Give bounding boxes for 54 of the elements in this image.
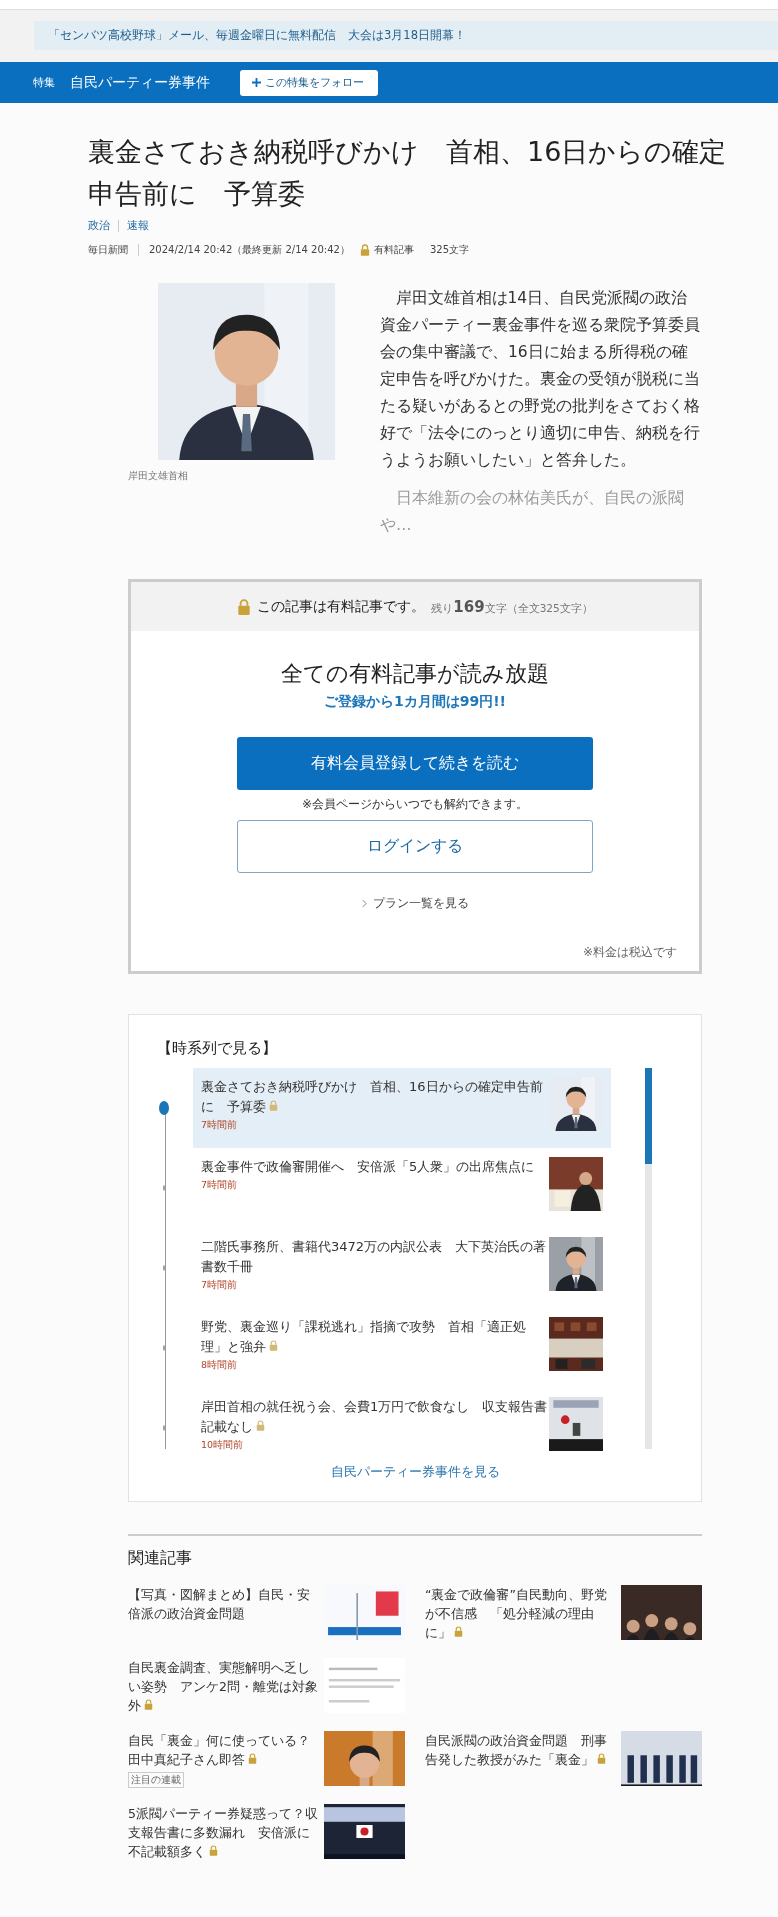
paid-label: 有料記事: [373, 243, 414, 257]
follow-button[interactable]: この特集をフォロー: [240, 69, 378, 96]
related-article[interactable]: 自民派閥の政治資金問題 刑事告発した教授がみた「裏金」: [425, 1731, 702, 1788]
character-count: 325文字: [429, 243, 469, 257]
related-article[interactable]: 5派閥パーティー券疑惑って？収支報告書に多数漏れ 安倍派に不記載額多く: [128, 1804, 405, 1861]
timeline-item[interactable]: 裏金さておき納税呼びかけ 首相、16日からの確定申告前に 予算委 7時間前: [193, 1068, 611, 1148]
timeline-item-time: 10時間前: [201, 1439, 245, 1452]
lock-icon: [237, 598, 252, 615]
timeline-item[interactable]: 野党、裏金巡り「課税逃れ」指摘で攻勢 首相「適正処理」と強弁 8時間前: [193, 1308, 611, 1388]
timeline-item-time: 7時間前: [201, 1119, 239, 1132]
category-link[interactable]: 政治: [88, 219, 110, 233]
timeline-item-title: 裏金事件で政倫審開催へ 安倍派「5人衆」の出席焦点に: [201, 1158, 536, 1176]
chevron-icon: [361, 899, 367, 908]
photo-caption: 岸田文雄首相: [128, 470, 189, 483]
paywall-notice: この記事は有料記事です。: [257, 597, 426, 616]
category-link[interactable]: 速報: [127, 219, 149, 233]
publish-date: 2024/2/14 20:42（最終更新 2/14 20:42）: [149, 243, 350, 257]
article-title: 裏金さておき納税呼びかけ 首相、16日からの確定申告前に 予算委: [88, 135, 728, 211]
related-article-title: 5派閥パーティー券疑惑って？収支報告書に多数漏れ 安倍派に不記載額多く: [128, 1805, 318, 1861]
timeline-item-title: 二階氏事務所、書籍代3472万の内訳公表 大下英治氏の著書数千冊: [201, 1238, 548, 1276]
offer-text: ご登録から1カ月間は99円!!: [324, 693, 506, 711]
plans-link[interactable]: プラン一覧を見る: [361, 895, 469, 912]
tax-note: ※料金は税込です: [582, 944, 677, 961]
timeline-item-time: 7時間前: [201, 1179, 239, 1192]
related-heading: 関連記事: [128, 1548, 193, 1569]
scrollbar[interactable]: [645, 1068, 652, 1449]
login-button[interactable]: ログインする: [237, 820, 593, 873]
timeline-item-time: 7時間前: [201, 1279, 239, 1292]
notice-banner[interactable]: 「センバツ高校野球」メール、毎週金曜日に無料配信 大会は3月18日開幕！: [34, 21, 778, 50]
feature-label: 特集: [33, 75, 55, 90]
related-article[interactable]: “裏金で政倫審”自民動向、野党が不信感 「処分軽減の理由に」: [425, 1585, 702, 1642]
timeline-item-time: 8時間前: [201, 1359, 239, 1372]
register-button[interactable]: 有料会員登録して続きを読む: [237, 737, 593, 790]
timeline-heading: 【時系列で見る】: [156, 1039, 278, 1058]
timeline-item[interactable]: 二階氏事務所、書籍代3472万の内訳公表 大下英治氏の著書数千冊 7時間前: [193, 1228, 611, 1308]
timeline-item-title: 裏金さておき納税呼びかけ 首相、16日からの確定申告前に 予算委: [201, 1078, 544, 1116]
feature-link[interactable]: 自民パーティー券事件: [70, 73, 210, 92]
series-tag: 注目の連載: [128, 1772, 184, 1788]
feature-more-link[interactable]: 自民パーティー券事件を見る: [129, 1463, 701, 1481]
related-article-title: 自民「裏金」何に使っている？田中真紀子さん即答: [128, 1732, 311, 1769]
related-article-title: 自民裏金調査、実態解明へ乏しい姿勢 アンケ2問・離党は対象外: [128, 1659, 318, 1715]
timeline-item[interactable]: 裏金事件で政倫審開催へ 安倍派「5人衆」の出席焦点に 7時間前: [193, 1148, 611, 1228]
cancel-note: ※会員ページからいつでも解約できます。: [301, 796, 529, 813]
related-article[interactable]: 自民「裏金」何に使っている？田中真紀子さん即答 注目の連載: [128, 1731, 405, 1788]
related-article-title: 自民派閥の政治資金問題 刑事告発した教授がみた「裏金」: [425, 1732, 608, 1769]
plus-icon: [252, 78, 261, 87]
timeline-item-title: 岸田首相の就任祝う会、会費1万円で飲食なし 収支報告書記載なし: [201, 1398, 549, 1436]
article-paragraph: 岸田文雄首相は14日、自民党派閥の政治資金パーティー裏金事件を巡る衆院予算委員会の集中審議で、16日に始まる所得税の確定申告を呼びかけた。裏金の受領が脱税に当たる疑いがあるとの野党の批判をさておく格好で「法令にのっとり適切に申告、納税を行うようお願いしたい」と答弁した。: [380, 288, 701, 471]
article-paragraph: 日本維新の会の林佑美氏が、自民の派閥や…: [380, 488, 685, 536]
paywall-headline: 全ての有料記事が読み放題: [281, 660, 549, 688]
related-article-title: “裏金で政倫審”自民動向、野党が不信感 「処分軽減の理由に」: [425, 1586, 608, 1642]
source-name: 毎日新聞: [88, 243, 128, 257]
related-article-title: 【写真・図解まとめ】自民・安倍派の政治資金問題: [128, 1586, 311, 1623]
timeline-item-title: 野党、裏金巡り「課税逃れ」指摘で攻勢 首相「適正処理」と強弁: [201, 1318, 527, 1356]
